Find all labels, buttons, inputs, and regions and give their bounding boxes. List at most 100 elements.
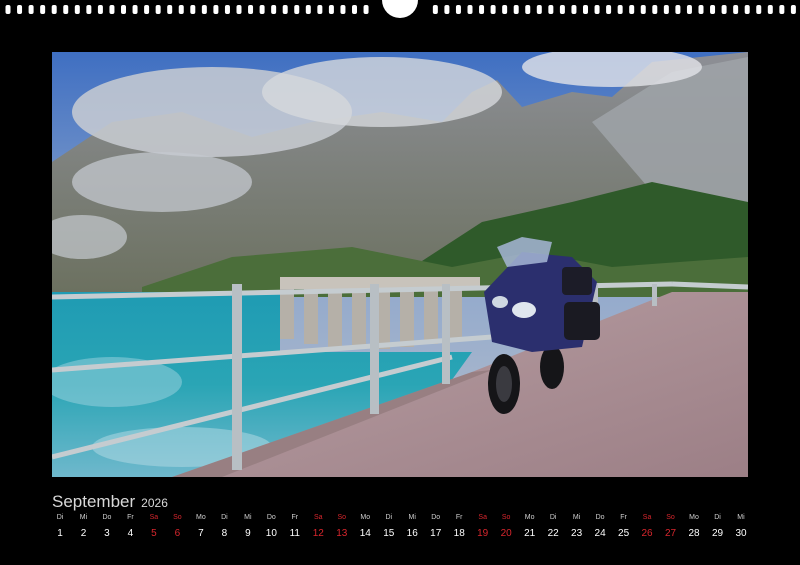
- weekday-label: Sa: [642, 514, 652, 521]
- binding-ring: [97, 5, 103, 14]
- weekday-label: Mi: [572, 514, 581, 521]
- binding-ring: [271, 5, 277, 14]
- binding-ring: [525, 5, 531, 14]
- weekday-label: Mi: [79, 514, 88, 521]
- binding-ring: [5, 5, 11, 14]
- day-grid: Di 1 Mi 2 Do 3 Fr 4 Sa 5 So 6 Mo 7 Di 8 Mi 9 Do 10 Fr 11 Sa 12 S…: [0, 513, 800, 545]
- binding-ring: [248, 5, 254, 14]
- day-number: 28: [688, 528, 700, 539]
- binding-ring: [51, 5, 57, 14]
- day-cell: Mo 14: [353, 513, 377, 541]
- weekday-label: Sa: [478, 514, 487, 521]
- weekday-label: Fr: [455, 514, 463, 521]
- binding-ring: [132, 5, 138, 14]
- binding-ring: [259, 5, 265, 14]
- binding-ring: [28, 5, 34, 14]
- day-number: 3: [104, 528, 110, 539]
- spiral-binding: [5, 0, 796, 18]
- binding-ring: [756, 5, 762, 14]
- day-cell: So 13: [330, 513, 354, 541]
- weekday-label: Fr: [127, 514, 134, 521]
- binding-ring: [352, 5, 357, 14]
- binding-ring: [224, 5, 230, 14]
- binding-ring: [686, 5, 692, 14]
- binding-ring: [629, 5, 635, 14]
- binding-ring: [502, 5, 508, 14]
- weekday-label: Di: [221, 514, 228, 521]
- weekday-label: Mi: [408, 514, 416, 521]
- binding-ring: [17, 5, 23, 14]
- weekday-label: So: [666, 514, 675, 521]
- day-number: 11: [289, 528, 300, 539]
- day-cell: Sa 26: [635, 513, 659, 541]
- day-cell: So 20: [494, 513, 518, 541]
- day-number: 30: [735, 528, 747, 539]
- binding-ring: [733, 5, 739, 14]
- binding-ring: [317, 5, 323, 14]
- binding-ring: [86, 5, 92, 14]
- binding-ring: [74, 5, 80, 14]
- binding-ring: [340, 5, 346, 14]
- binding-ring: [444, 5, 450, 14]
- day-number: 22: [547, 528, 559, 539]
- weekday-label: Mi: [737, 514, 745, 521]
- day-number: 24: [594, 528, 606, 539]
- binding-ring: [767, 5, 773, 14]
- day-cell: Sa 19: [471, 513, 495, 541]
- binding-ring: [490, 5, 496, 14]
- binding-ring: [652, 5, 658, 14]
- day-number: 15: [383, 528, 395, 539]
- weekday-label: Do: [266, 514, 276, 521]
- day-cell: Fr 11: [283, 513, 307, 541]
- month-heading: September 2026: [52, 492, 168, 512]
- day-cell: Di 22: [541, 513, 565, 541]
- weekday-label: Do: [431, 514, 441, 521]
- binding-ring: [282, 5, 288, 14]
- weekday-label: So: [501, 514, 511, 521]
- binding-ring: [109, 5, 115, 14]
- year-label: 2026: [141, 496, 168, 510]
- binding-ring: [536, 5, 542, 14]
- binding-ring: [294, 5, 300, 14]
- binding-ring: [779, 5, 785, 14]
- weekday-label: So: [337, 514, 347, 521]
- day-cell: Di 8: [212, 513, 236, 541]
- binding-ring: [167, 5, 173, 14]
- binding-ring: [432, 5, 438, 14]
- day-number: 9: [245, 528, 251, 539]
- binding-ring: [559, 5, 565, 14]
- binding-ring: [675, 5, 681, 14]
- binding-ring: [121, 5, 126, 14]
- binding-ring: [213, 5, 219, 14]
- weekday-label: Di: [385, 514, 393, 521]
- day-number: 12: [312, 528, 324, 539]
- day-number: 4: [127, 528, 134, 539]
- binding-ring: [513, 5, 519, 14]
- day-number: 23: [571, 528, 583, 539]
- binding-ring: [155, 5, 161, 14]
- day-cell: So 6: [165, 513, 189, 541]
- day-cell: Fr 25: [612, 513, 636, 541]
- day-number: 27: [664, 528, 677, 539]
- day-cell: Fr 18: [447, 513, 471, 541]
- day-cell: Mi 23: [565, 513, 589, 541]
- day-cell: Do 24: [588, 513, 612, 541]
- day-number: 20: [500, 528, 512, 539]
- day-number: 29: [711, 528, 724, 539]
- day-number: 7: [198, 528, 204, 539]
- day-cell: Fr 4: [118, 513, 142, 541]
- binding-ring: [363, 5, 369, 14]
- day-number: 18: [453, 528, 465, 539]
- binding-ring: [63, 5, 69, 14]
- day-cell: Do 17: [424, 513, 448, 541]
- day-number: 8: [221, 528, 228, 539]
- binding-ring: [455, 5, 461, 14]
- weekday-label: Mo: [196, 514, 206, 521]
- calendar-photo: [52, 52, 748, 477]
- binding-ring: [698, 5, 704, 14]
- day-cell: Di 15: [377, 513, 401, 541]
- binding-ring: [663, 5, 669, 14]
- weekday-label: So: [173, 514, 182, 521]
- binding-ring: [201, 5, 207, 14]
- day-cell: Sa 5: [142, 513, 166, 541]
